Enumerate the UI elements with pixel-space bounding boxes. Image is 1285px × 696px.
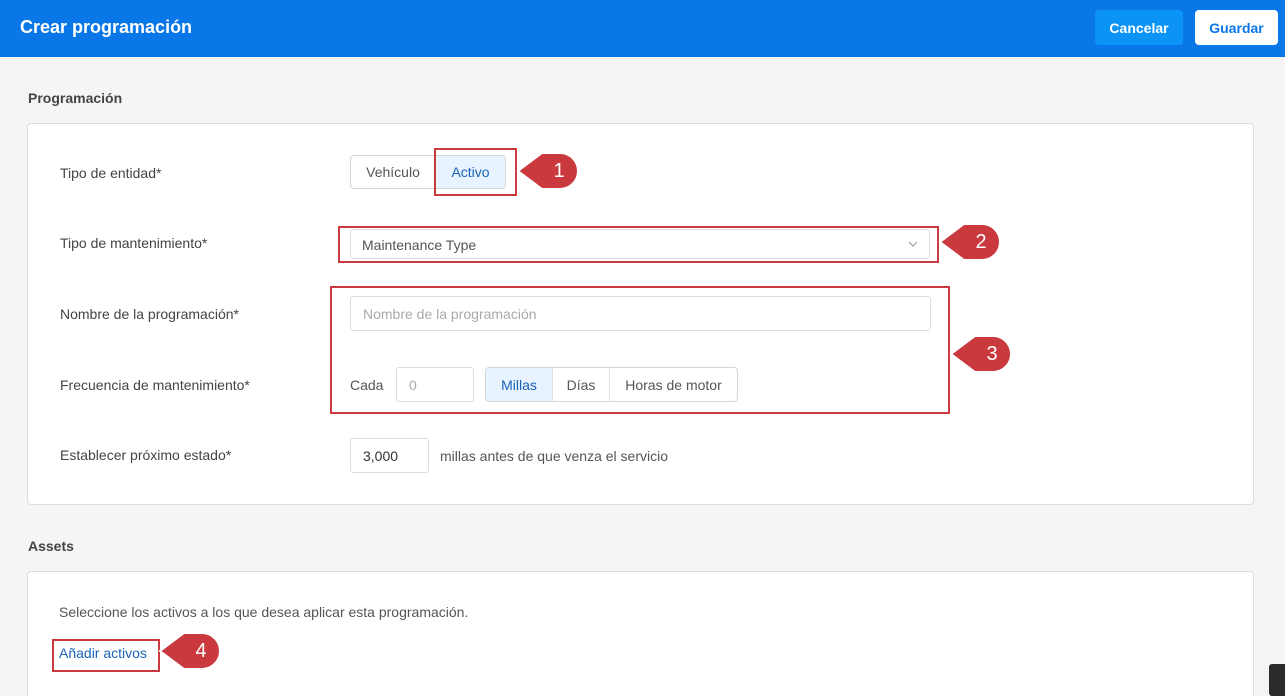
cancel-button[interactable]: Cancelar (1095, 10, 1183, 45)
entity-type-label: Tipo de entidad* (60, 165, 162, 181)
highlight-box-4 (52, 639, 160, 672)
section-title-programacion: Programación (28, 90, 123, 106)
next-state-input[interactable] (350, 438, 429, 473)
save-button[interactable]: Guardar (1195, 10, 1278, 45)
highlight-box-1 (434, 148, 517, 196)
callout-marker-1: 1 (514, 150, 580, 192)
callout-marker-3: 3 (947, 333, 1013, 375)
highlight-box-2 (338, 226, 939, 263)
highlight-box-3 (330, 286, 950, 414)
frequency-label: Frecuencia de mantenimiento* (60, 377, 250, 393)
assets-description: Seleccione los activos a los que desea a… (59, 604, 469, 620)
schedule-name-label: Nombre de la programación* (60, 306, 239, 322)
section-title-assets: Assets (28, 538, 74, 554)
next-state-label: Establecer próximo estado* (60, 447, 232, 463)
maintenance-type-label: Tipo de mantenimiento* (60, 235, 208, 251)
callout-marker-2: 2 (936, 221, 1002, 263)
entity-option-vehiculo[interactable]: Vehículo (351, 156, 435, 188)
top-bar: Crear programación Cancelar Guardar (0, 0, 1285, 57)
callout-marker-4: 4 (156, 630, 222, 672)
page-title: Crear programación (20, 17, 193, 37)
next-state-suffix: millas antes de que venza el servicio (440, 448, 669, 464)
corner-widget-icon (1269, 664, 1285, 696)
